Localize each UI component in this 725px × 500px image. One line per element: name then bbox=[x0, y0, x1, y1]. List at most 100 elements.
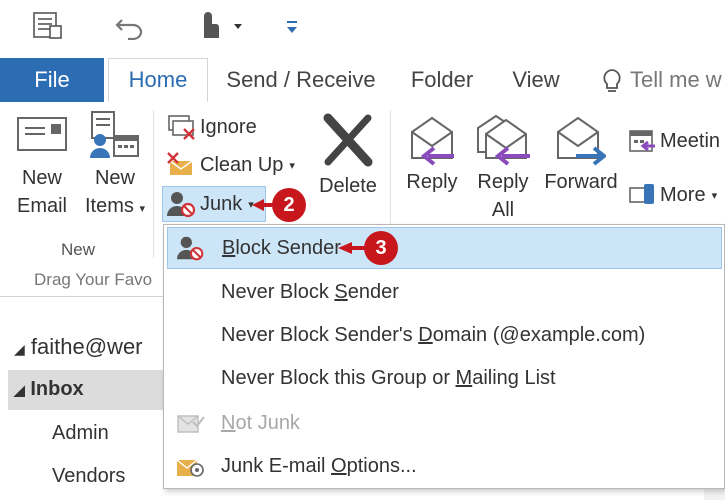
tab-view[interactable]: View bbox=[500, 58, 572, 102]
menu-item-block-sender[interactable]: Block Sender bbox=[167, 227, 722, 269]
reply-icon bbox=[406, 112, 462, 168]
clean-up-label: Clean Up bbox=[200, 154, 284, 176]
label-part: omain (@example.com) bbox=[432, 323, 646, 346]
ribbon-separator bbox=[153, 110, 154, 258]
menu-item-junk-email-options[interactable]: Junk E-mail Options... bbox=[167, 445, 722, 487]
quick-access-toolbar bbox=[0, 0, 725, 58]
callout-badge-step-3: 3 bbox=[364, 231, 398, 265]
accelerator-key: B bbox=[222, 236, 236, 259]
never-block-group-label: Never Block this Group or Mailing List bbox=[221, 367, 556, 390]
forward-button[interactable]: Forward bbox=[542, 112, 620, 196]
accelerator-key: D bbox=[418, 323, 433, 346]
new-email-label-line1: New bbox=[21, 167, 62, 189]
new-items-icon bbox=[86, 110, 150, 160]
label-part: ot Junk bbox=[235, 411, 300, 434]
clean-up-icon bbox=[166, 151, 198, 179]
send-receive-all-folders-icon[interactable] bbox=[30, 10, 64, 42]
accelerator-key: O bbox=[331, 454, 347, 477]
new-items-button[interactable]: New Items ▾ bbox=[80, 110, 150, 223]
label-part: Never Block this Group or bbox=[221, 366, 456, 389]
junk-dropdown-menu: Block Sender Never Block Sender Never Bl… bbox=[163, 224, 725, 489]
forward-label: Forward bbox=[544, 171, 618, 193]
tab-file[interactable]: File bbox=[0, 58, 104, 102]
new-items-label-line1: New bbox=[94, 167, 135, 189]
block-sender-label: Block Sender bbox=[222, 237, 341, 260]
tab-folder[interactable]: Folder bbox=[400, 58, 484, 102]
folder-vendors[interactable]: Vendors bbox=[52, 465, 125, 488]
new-email-button[interactable]: New Email bbox=[10, 110, 74, 220]
touch-mode-icon[interactable] bbox=[196, 10, 248, 42]
clean-up-button[interactable]: Clean Up ▾ bbox=[166, 150, 295, 180]
accelerator-key: M bbox=[455, 366, 473, 389]
reply-all-label-line1: Reply bbox=[477, 171, 529, 193]
account-name: faithe@wer bbox=[30, 334, 143, 359]
reply-all-icon bbox=[474, 112, 534, 168]
tab-send-receive[interactable]: Send / Receive bbox=[222, 58, 380, 102]
label-part: ender bbox=[347, 280, 399, 303]
label-part: ptions... bbox=[346, 454, 417, 477]
collapse-triangle-icon: ◢ bbox=[14, 341, 25, 357]
reply-button[interactable]: Reply bbox=[402, 112, 462, 196]
favorites-drag-hint: Drag Your Favo bbox=[34, 270, 153, 289]
junk-label: Junk bbox=[200, 193, 243, 215]
envelope-icon bbox=[15, 110, 74, 158]
more-button[interactable]: More ▾ bbox=[628, 180, 717, 210]
callout-arrow-3 bbox=[336, 236, 366, 260]
dropdown-arrow-icon: ▾ bbox=[139, 203, 145, 215]
new-items-label-line2: Items ▾ bbox=[80, 192, 150, 223]
ignore-label: Ignore bbox=[200, 116, 257, 138]
not-junk-label: Not Junk bbox=[221, 412, 300, 435]
inbox-label: Inbox bbox=[30, 378, 84, 400]
reply-label: Reply bbox=[406, 171, 458, 193]
tab-home[interactable]: Home bbox=[108, 58, 208, 102]
lightbulb-icon bbox=[600, 68, 624, 94]
account-folder[interactable]: ◢ faithe@wer bbox=[14, 334, 143, 360]
junk-options-label: Junk E-mail Options... bbox=[221, 455, 417, 478]
collapse-triangle-icon: ◢ bbox=[14, 382, 25, 398]
reply-all-button[interactable]: Reply All bbox=[472, 112, 534, 224]
accelerator-key: S bbox=[334, 280, 348, 303]
customize-qat-icon[interactable] bbox=[284, 18, 300, 36]
menu-item-never-block-sender[interactable]: Never Block Sender bbox=[167, 271, 722, 313]
new-email-label-line2: Email bbox=[16, 195, 67, 217]
callout-badge-step-2: 2 bbox=[272, 188, 306, 222]
block-sender-icon bbox=[176, 234, 206, 262]
menu-item-never-block-group[interactable]: Never Block this Group or Mailing List bbox=[167, 357, 722, 399]
never-block-sender-label: Never Block Sender bbox=[221, 281, 399, 304]
divider bbox=[0, 296, 165, 297]
label-part: ailing List bbox=[472, 366, 556, 389]
accelerator-key: N bbox=[221, 411, 236, 434]
tell-me-search[interactable]: Tell me w bbox=[630, 58, 725, 102]
new-items-label-text: Items bbox=[85, 195, 134, 217]
ignore-icon bbox=[166, 113, 198, 141]
group-label-new: New bbox=[60, 240, 95, 259]
not-junk-icon bbox=[175, 410, 205, 436]
ignore-button[interactable]: Ignore bbox=[166, 112, 257, 142]
meeting-label: Meetin bbox=[660, 130, 721, 152]
folder-admin[interactable]: Admin bbox=[52, 422, 109, 445]
forward-icon bbox=[554, 112, 620, 168]
delete-button[interactable]: Delete bbox=[312, 112, 384, 200]
label-part: Never Block bbox=[221, 280, 335, 303]
reply-all-label-line2: All bbox=[491, 199, 515, 221]
never-block-domain-label: Never Block Sender's Domain (@example.co… bbox=[221, 324, 645, 347]
undo-icon[interactable] bbox=[114, 14, 146, 40]
meeting-button[interactable]: Meetin bbox=[628, 126, 720, 156]
label-part: Junk E-mail bbox=[221, 454, 332, 477]
delete-x-icon bbox=[320, 112, 384, 168]
label-part: lock Sender bbox=[235, 236, 341, 259]
dropdown-arrow-icon: ▾ bbox=[711, 189, 718, 202]
inbox-folder[interactable]: ◢ Inbox bbox=[14, 378, 84, 401]
delete-label: Delete bbox=[319, 175, 377, 197]
menu-item-not-junk[interactable]: Not Junk bbox=[167, 402, 722, 444]
more-label: More bbox=[660, 184, 706, 206]
more-icon bbox=[628, 182, 656, 208]
dropdown-arrow-icon: ▾ bbox=[289, 159, 295, 172]
callout-arrow-2 bbox=[250, 193, 274, 217]
menu-item-never-block-domain[interactable]: Never Block Sender's Domain (@example.co… bbox=[167, 314, 722, 356]
meeting-calendar-icon bbox=[628, 128, 656, 154]
junk-icon bbox=[166, 190, 198, 218]
junk-options-icon bbox=[175, 452, 205, 480]
folder-pane: Drag Your Favo ◢ faithe@wer ◢ Inbox Admi… bbox=[0, 262, 165, 500]
label-part: Never Block Sender's bbox=[221, 323, 419, 346]
